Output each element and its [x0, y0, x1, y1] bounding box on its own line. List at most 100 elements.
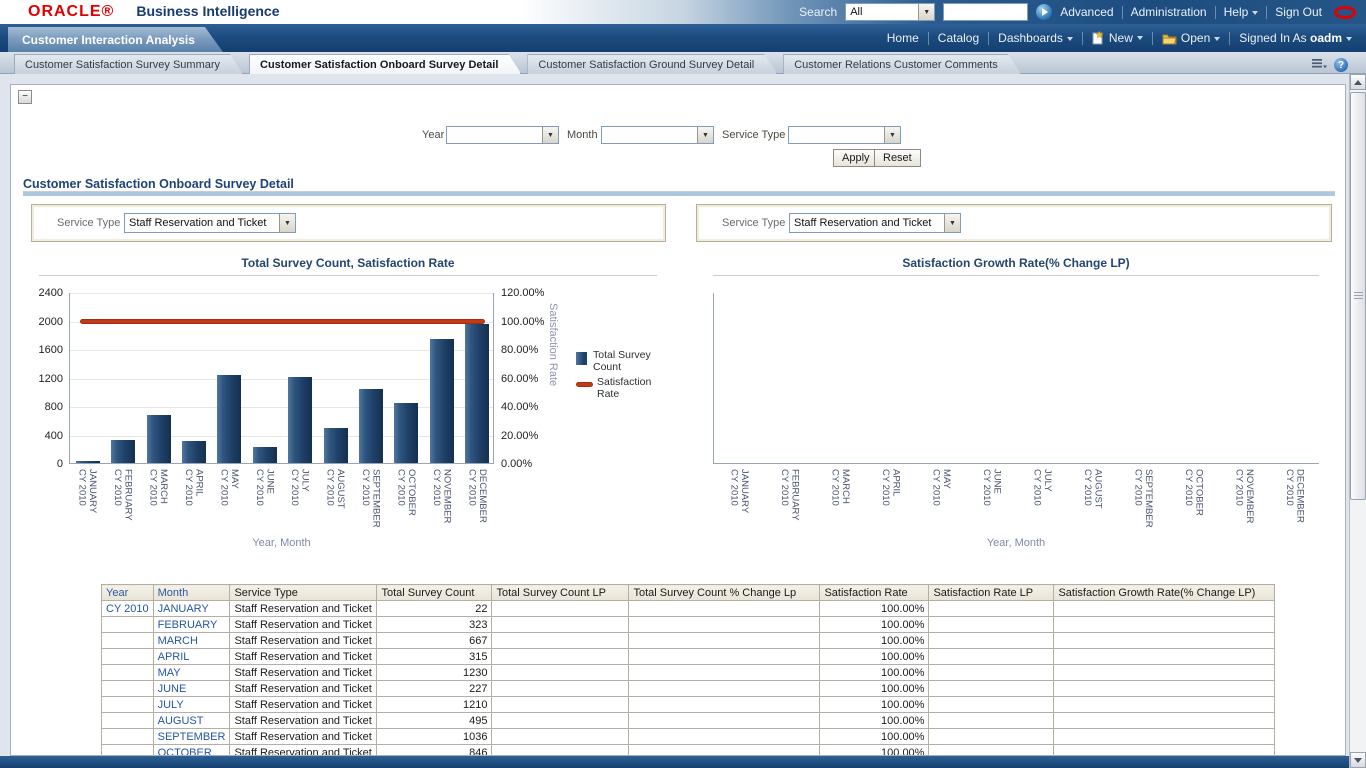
tab-customer-relations-customer-comments[interactable]: Customer Relations Customer Comments [783, 54, 1021, 74]
administration-link[interactable]: Administration [1131, 5, 1207, 19]
table-cell [492, 601, 629, 617]
table-header-cell[interactable]: Total Survey Count LP [492, 585, 629, 601]
tab-customer-satisfaction-survey-summary[interactable]: Customer Satisfaction Survey Summary [14, 54, 243, 74]
open-menu[interactable]: Open [1162, 31, 1220, 45]
table-cell: 315 [377, 649, 492, 665]
survey-count-bar[interactable] [288, 377, 312, 463]
right-service-type-select[interactable]: Staff Reservation and Ticket ▼ [789, 213, 961, 233]
x-axis-category-label: CY 2010 JULY [1016, 469, 1067, 555]
catalog-link[interactable]: Catalog [938, 31, 979, 45]
survey-count-bar[interactable] [394, 403, 418, 463]
table-cell[interactable]: JULY [153, 697, 230, 713]
tab-customer-satisfaction-onboard-survey-detail[interactable]: Customer Satisfaction Onboard Survey Det… [249, 54, 521, 74]
dashboards-menu[interactable]: Dashboards [998, 31, 1073, 45]
survey-count-bar[interactable] [324, 428, 348, 463]
home-link[interactable]: Home [887, 31, 919, 45]
survey-count-bar[interactable] [253, 447, 277, 463]
table-header-cell[interactable]: Satisfaction Growth Rate(% Change LP) [1054, 585, 1275, 601]
advanced-link[interactable]: Advanced [1060, 5, 1113, 19]
chevron-down-icon[interactable]: ▼ [542, 127, 558, 143]
table-cell[interactable]: MAY [153, 665, 230, 681]
table-cell[interactable]: JUNE [153, 681, 230, 697]
chevron-down-icon[interactable]: ▼ [884, 127, 900, 143]
reset-button[interactable]: Reset [874, 149, 921, 167]
table-cell [492, 665, 629, 681]
survey-count-bar[interactable] [76, 461, 100, 463]
scroll-up-button[interactable] [1350, 74, 1366, 90]
table-cell: 1230 [377, 665, 492, 681]
search-scope-select[interactable]: All ▼ [845, 3, 935, 21]
left-service-type-select[interactable]: Staff Reservation and Ticket ▼ [124, 213, 296, 233]
service-type-filter-select[interactable]: ▼ [788, 126, 901, 144]
y-axis-right-tick: 120.00% [501, 287, 553, 299]
table-cell[interactable]: JANUARY [153, 601, 230, 617]
table-row: FEBRUARYStaff Reservation and Ticket3231… [102, 617, 1275, 633]
x-axis-category-text: CY 2010 NOVEMBER [1233, 469, 1254, 555]
y-axis-right-tick: 100.00% [501, 316, 553, 328]
survey-count-bar[interactable] [465, 324, 489, 463]
table-cell[interactable]: MARCH [153, 633, 230, 649]
search-go-button[interactable] [1036, 4, 1052, 20]
vertical-scrollbar[interactable] [1349, 74, 1366, 768]
table-cell [102, 665, 154, 681]
year-filter-label: Year [422, 129, 444, 141]
x-axis-category-text: CY 2010 MAY [218, 469, 239, 555]
month-filter-select[interactable]: ▼ [601, 126, 714, 144]
service-type-label: Service Type [722, 217, 785, 229]
oracle-ring-icon [1334, 6, 1356, 19]
right-chart-title: Satisfaction Growth Rate(% Change LP) [713, 256, 1319, 270]
table-header-cell[interactable]: Total Survey Count % Change Lp [629, 585, 820, 601]
separator [1082, 32, 1083, 45]
new-menu[interactable]: New [1092, 31, 1143, 46]
survey-count-bar[interactable] [359, 389, 383, 463]
survey-count-bar[interactable] [217, 375, 241, 463]
survey-count-bar[interactable] [111, 440, 135, 463]
table-header-cell[interactable]: Satisfaction Rate [820, 585, 929, 601]
tab-customer-satisfaction-ground-survey-detail[interactable]: Customer Satisfaction Ground Survey Deta… [527, 54, 777, 74]
table-cell [1054, 601, 1275, 617]
chart-legend: Total Survey Count Satisfaction Rate [576, 349, 663, 403]
table-cell [1054, 649, 1275, 665]
table-header-cell[interactable]: Satisfaction Rate LP [929, 585, 1054, 601]
x-axis-category-label: CY 2010 AUGUST [317, 469, 352, 555]
survey-count-bar[interactable] [147, 415, 171, 463]
table-cell: 100.00% [820, 649, 929, 665]
table-header-cell[interactable]: Total Survey Count [377, 585, 492, 601]
table-cell[interactable]: APRIL [153, 649, 230, 665]
table-header-cell[interactable]: Year [102, 585, 154, 601]
survey-count-bar[interactable] [430, 339, 454, 463]
help-menu[interactable]: Help [1224, 5, 1259, 19]
chevron-down-icon[interactable]: ▼ [944, 214, 960, 232]
year-filter-select[interactable]: ▼ [446, 126, 559, 144]
x-axis-category-text: CY 2010 MARCH [829, 469, 850, 555]
table-header-cell[interactable]: Service Type [230, 585, 377, 601]
apply-button[interactable]: Apply [833, 149, 879, 167]
help-icon[interactable]: ? [1334, 58, 1348, 72]
dashboard-tab-customer-interaction-analysis[interactable]: Customer Interaction Analysis [8, 27, 223, 52]
page-options-icon[interactable] [1312, 56, 1327, 74]
table-cell: 667 [377, 633, 492, 649]
signed-in-menu[interactable]: Signed In As oadm [1239, 31, 1352, 45]
chevron-down-icon [1346, 37, 1352, 41]
collapse-section-button[interactable]: − [18, 90, 32, 104]
table-cell[interactable]: OCTOBER [153, 745, 230, 757]
table-cell[interactable]: FEBRUARY [153, 617, 230, 633]
satisfaction-rate-line[interactable] [80, 319, 486, 324]
table-cell[interactable]: AUGUST [153, 713, 230, 729]
y-axis-left-tick: 2400 [19, 287, 63, 299]
table-cell: 100.00% [820, 617, 929, 633]
table-cell[interactable]: CY 2010 [102, 601, 154, 617]
x-axis-category-label: CY 2010 MARCH [140, 469, 175, 555]
table-cell: 1036 [377, 729, 492, 745]
scroll-down-button[interactable] [1350, 752, 1366, 768]
table-header-cell[interactable]: Month [153, 585, 230, 601]
search-input[interactable] [943, 3, 1028, 21]
chevron-down-icon[interactable]: ▼ [279, 214, 295, 232]
sign-out-link[interactable]: Sign Out [1275, 5, 1322, 19]
survey-count-bar[interactable] [182, 441, 206, 463]
table-cell[interactable]: SEPTEMBER [153, 729, 230, 745]
table-cell [492, 729, 629, 745]
chevron-down-icon[interactable]: ▼ [918, 4, 934, 20]
chevron-down-icon[interactable]: ▼ [697, 127, 713, 143]
scrollbar-thumb[interactable] [1350, 92, 1366, 500]
